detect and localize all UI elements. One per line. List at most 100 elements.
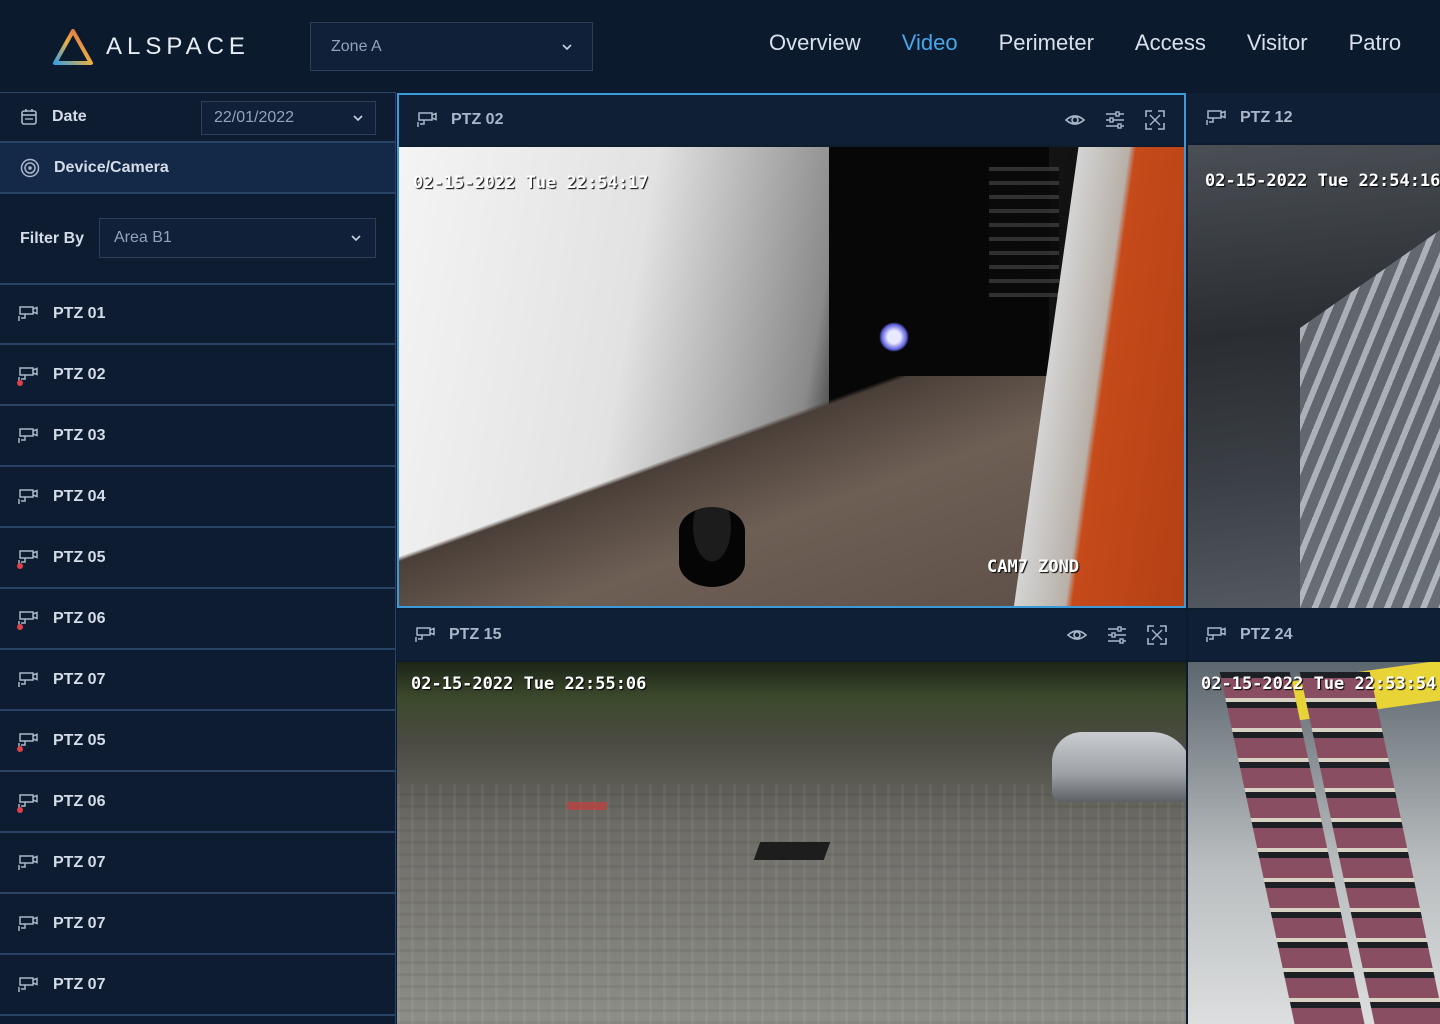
feed-parked-car — [1052, 732, 1186, 802]
tile-actions — [1064, 109, 1166, 131]
cctv-camera-icon — [18, 671, 40, 689]
main-nav: Overview Video Perimeter Access Visitor … — [769, 30, 1401, 56]
tile-header: PTZ 15 — [397, 610, 1186, 660]
sliders-icon[interactable] — [1104, 109, 1126, 131]
feed-timestamp: 02-15-2022 Tue 22:54:16 — [1205, 171, 1440, 191]
cctv-camera-icon — [1206, 626, 1228, 644]
date-label: Date — [52, 108, 87, 125]
filter-label: Filter By — [20, 229, 85, 247]
nav-visitor[interactable]: Visitor — [1247, 30, 1308, 56]
camera-list-item[interactable]: PTZ 07 — [0, 833, 395, 894]
date-value: 22/01/2022 — [214, 109, 295, 126]
nav-access[interactable]: Access — [1135, 30, 1206, 56]
feed-caption: CAM7 ZOND — [987, 557, 1080, 577]
alert-dot — [17, 807, 23, 813]
tile-title: PTZ 24 — [1240, 626, 1293, 643]
tile-title: PTZ 12 — [1240, 109, 1293, 126]
nav-patrol[interactable]: Patro — [1349, 30, 1402, 56]
cctv-camera-icon — [1206, 109, 1228, 127]
camera-name: PTZ 06 — [53, 609, 106, 627]
camera-list-item[interactable]: PTZ 07 — [0, 955, 395, 1016]
eye-icon[interactable] — [1066, 624, 1088, 646]
camera-name: PTZ 05 — [53, 731, 106, 749]
feed-stairs — [1300, 201, 1440, 608]
tile-title: PTZ 02 — [451, 111, 504, 128]
video-feed[interactable]: 02-15-2022 Tue 22:54:17 CAM7 ZOND — [399, 147, 1184, 606]
feed-red-marking — [567, 802, 607, 810]
camera-list-item[interactable]: PTZ 06 — [0, 772, 395, 833]
cctv-camera-icon — [415, 626, 437, 644]
camera-list-item[interactable]: PTZ 05 — [0, 711, 395, 772]
cctv-camera-icon — [18, 488, 40, 506]
cctv-camera-icon — [18, 915, 40, 933]
feed-pavement — [397, 784, 1186, 1024]
chevron-down-icon — [353, 115, 363, 122]
fullscreen-icon[interactable] — [1146, 624, 1168, 646]
camera-name: PTZ 07 — [53, 853, 106, 871]
video-feed[interactable]: 02-15-2022 Tue 22:54:16 — [1188, 145, 1440, 608]
eye-icon[interactable] — [1064, 109, 1086, 131]
alert-dot — [17, 380, 23, 386]
feed-drain-grate — [753, 842, 831, 860]
zone-select-value: Zone A — [331, 37, 382, 55]
feed-rack-lights — [989, 167, 1059, 297]
tile-header: PTZ 02 — [399, 95, 1184, 145]
nav-video[interactable]: Video — [902, 30, 958, 56]
cctv-camera-icon — [18, 305, 40, 323]
cctv-camera-icon — [18, 427, 40, 445]
date-row: Date 22/01/2022 — [0, 93, 395, 143]
camera-list-item[interactable]: PTZ 02 — [0, 345, 395, 406]
target-icon — [20, 158, 40, 177]
area-filter-select[interactable]: Area B1 — [99, 218, 376, 258]
feed-cable-spool — [679, 507, 745, 587]
tile-header: PTZ 12 — [1188, 93, 1440, 143]
feed-timestamp: 02-15-2022 Tue 22:54:17 — [413, 173, 649, 193]
sliders-icon[interactable] — [1106, 624, 1128, 646]
date-picker[interactable]: 22/01/2022 — [201, 101, 376, 135]
camera-list-item[interactable]: PTZ 06 — [0, 589, 395, 650]
brand-name: ALSPACE — [106, 33, 250, 60]
camera-list-item[interactable]: PTZ 05 — [0, 528, 395, 589]
camera-name: PTZ 07 — [53, 914, 106, 932]
camera-name: PTZ 03 — [53, 426, 106, 444]
camera-list-item[interactable]: PTZ 03 — [0, 406, 395, 467]
video-tile-ptz-02[interactable]: PTZ 02 02-15-2022 Tue 22:54:17 CAM7 ZOND — [397, 93, 1186, 608]
video-tile-ptz-12[interactable]: PTZ 12 02-15-2022 Tue 22:54:16 — [1188, 93, 1440, 608]
nav-perimeter[interactable]: Perimeter — [999, 30, 1094, 56]
camera-name: PTZ 05 — [53, 548, 106, 566]
chevron-down-icon — [562, 43, 572, 50]
alert-dot — [17, 746, 23, 752]
chevron-down-icon — [351, 235, 361, 242]
feed-light-glow — [879, 322, 909, 352]
filter-value: Area B1 — [114, 229, 172, 246]
cctv-camera-icon — [417, 111, 439, 129]
cctv-camera-icon — [18, 854, 40, 872]
video-feed[interactable]: 02-15-2022 Tue 22:55:06 — [397, 662, 1186, 1024]
device-camera-header[interactable]: Device/Camera — [0, 143, 395, 194]
video-feed[interactable]: 02-15-2022 Tue 22:53:54 — [1188, 662, 1440, 1024]
video-tile-ptz-24[interactable]: PTZ 24 02-15-2022 Tue 22:53:54 — [1188, 610, 1440, 1024]
camera-list-item[interactable]: PTZ 04 — [0, 467, 395, 528]
camera-list: PTZ 01 PTZ 02 PTZ 03 PTZ 04 PTZ 05 PTZ 06 PTZ … — [0, 284, 395, 1016]
calendar-icon — [21, 109, 37, 125]
cctv-camera-icon — [18, 976, 40, 994]
tile-actions — [1066, 624, 1168, 646]
camera-name: PTZ 02 — [53, 365, 106, 383]
feed-timestamp: 02-15-2022 Tue 22:53:54 — [1201, 674, 1437, 694]
nav-overview[interactable]: Overview — [769, 30, 861, 56]
zone-select[interactable]: Zone A — [310, 22, 593, 71]
video-tile-ptz-15[interactable]: PTZ 15 02-15-2022 Tue 22:55:06 — [397, 610, 1186, 1024]
top-bar: ALSPACE Zone A Overview Video Perimeter … — [0, 0, 1440, 92]
camera-list-item[interactable]: PTZ 07 — [0, 894, 395, 955]
camera-list-item[interactable]: PTZ 07 — [0, 650, 395, 711]
camera-name: PTZ 07 — [53, 670, 106, 688]
camera-name: PTZ 01 — [53, 304, 106, 322]
camera-name: PTZ 04 — [53, 487, 106, 505]
camera-list-item[interactable]: PTZ 01 — [0, 284, 395, 345]
brand-logo[interactable]: ALSPACE — [52, 28, 250, 66]
filter-row: Filter By Area B1 — [0, 194, 395, 285]
tile-title: PTZ 15 — [449, 626, 502, 643]
camera-sidebar: Date 22/01/2022 Device/Camera Filter By … — [0, 92, 396, 1024]
device-camera-label: Device/Camera — [54, 158, 169, 176]
fullscreen-icon[interactable] — [1144, 109, 1166, 131]
